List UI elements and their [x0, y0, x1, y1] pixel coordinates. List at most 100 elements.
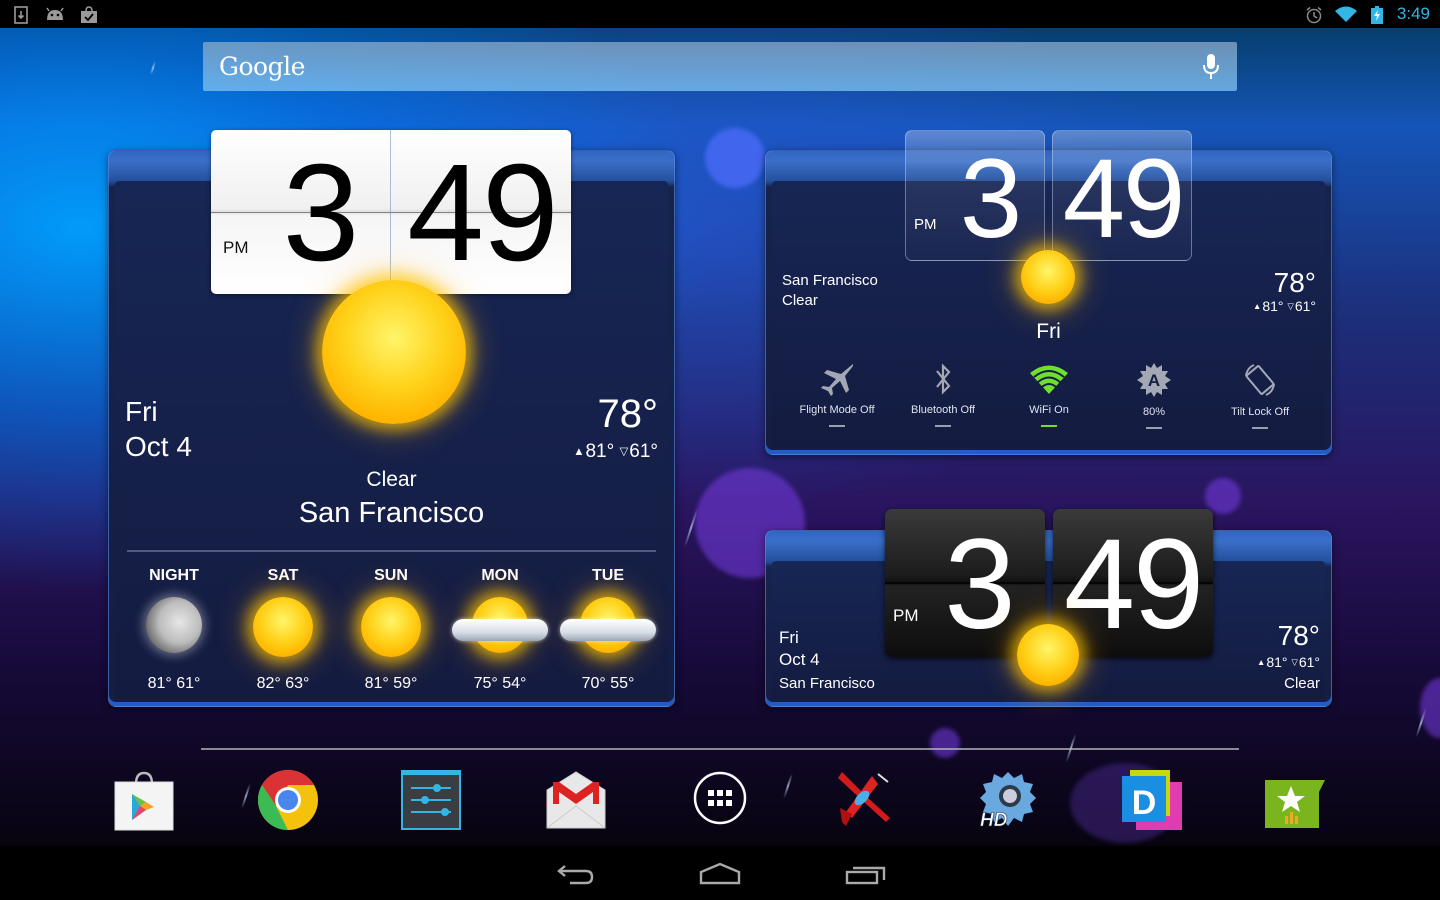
- nav-recents-button[interactable]: [835, 858, 895, 888]
- settings-sliders-icon: [401, 770, 461, 830]
- clock-ampm: PM: [223, 238, 249, 257]
- toggle-label: WiFi On: [1029, 404, 1069, 416]
- toggle-brightness[interactable]: A 80%: [1104, 362, 1204, 429]
- dock-app-gmail[interactable]: [545, 770, 609, 834]
- weather-day: Fri: [1036, 320, 1061, 343]
- forecast-label: MON: [481, 567, 519, 584]
- android-icon: [44, 6, 66, 22]
- high-low-temperature: ▲81° ▽61°: [573, 441, 658, 463]
- forecast-temps: 81° 59°: [364, 675, 418, 692]
- clock-minute: 49: [407, 136, 559, 290]
- home-icon: [699, 862, 741, 885]
- high-temp: 81°: [585, 441, 615, 462]
- download-icon: [14, 6, 30, 24]
- weather-condition: Clear: [366, 468, 417, 491]
- sun-icon: [253, 597, 313, 657]
- airplane-icon: [821, 364, 853, 396]
- nav-home-button[interactable]: [690, 858, 750, 888]
- flip-clock-white[interactable]: PM 3 49: [211, 130, 571, 294]
- forecast-day[interactable]: MON 75° 54°: [446, 565, 554, 700]
- dock-app-drawer[interactable]: [690, 768, 754, 832]
- google-search-bar[interactable]: Google: [203, 42, 1237, 91]
- alarm-icon: [1305, 6, 1322, 24]
- wifi-signal-icon: [1334, 6, 1357, 22]
- dark-flip-clock-minute-card[interactable]: 49: [1053, 509, 1213, 657]
- gmail-icon: [546, 771, 606, 829]
- microphone-icon[interactable]: [1201, 53, 1221, 81]
- high-temp: 81°: [1262, 298, 1284, 314]
- toggle-state-indicator: [1146, 427, 1162, 429]
- glass-clock-minute-card[interactable]: 49: [1052, 130, 1192, 261]
- toggle-rotation-lock[interactable]: Tilt Lock Off: [1210, 362, 1310, 429]
- forecast-day[interactable]: SUN 81° 59°: [337, 565, 445, 700]
- play-store-update-icon: [80, 6, 98, 23]
- low-temp: 61°: [1294, 298, 1316, 314]
- down-arrow-icon: ▽: [619, 446, 629, 458]
- rotation-lock-icon: [1245, 364, 1275, 396]
- star-chart-icon: [1265, 780, 1325, 828]
- forecast-temps: 82° 63°: [256, 675, 310, 692]
- sun-icon: [322, 280, 466, 424]
- clock-ampm: PM: [914, 216, 937, 233]
- bluetooth-icon: [936, 363, 951, 395]
- glass-clock-hour-card[interactable]: PM 3: [905, 130, 1045, 261]
- forecast-divider: [127, 550, 656, 552]
- weather-condition: Clear: [782, 292, 818, 309]
- sun-icon: [1017, 624, 1079, 686]
- wallpaper-bokeh: [1420, 678, 1440, 738]
- weather-date: Oct 4: [779, 650, 820, 669]
- clock-minute: 49: [1063, 513, 1204, 656]
- wallpaper-streak: [149, 61, 157, 75]
- low-temp: 61°: [1298, 654, 1320, 670]
- high-temp: 81°: [1266, 654, 1288, 670]
- status-clock[interactable]: 3:49: [1397, 4, 1430, 24]
- up-arrow-icon: ▲: [1257, 657, 1266, 667]
- sun-icon: [361, 597, 421, 657]
- dock-app-chrome[interactable]: [256, 768, 320, 832]
- forecast-label: NIGHT: [149, 567, 199, 584]
- dock-app-d[interactable]: D: [1120, 768, 1184, 832]
- clock-hour: 3: [944, 513, 1016, 656]
- forecast-day[interactable]: NIGHT 81° 61°: [120, 565, 228, 700]
- svg-text:D: D: [1132, 784, 1157, 822]
- dark-flip-clock-hour-card[interactable]: PM 3: [885, 509, 1045, 657]
- up-arrow-icon: ▲: [573, 446, 585, 458]
- weather-city[interactable]: San Francisco: [108, 497, 675, 530]
- weather-city: San Francisco: [782, 272, 878, 289]
- dock-app-hd-widgets[interactable]: HD: [976, 768, 1040, 832]
- app-drawer-icon: [693, 771, 747, 825]
- toggle-flight-mode[interactable]: Flight Mode Off: [787, 362, 887, 427]
- hd-gear-icon: HD: [980, 772, 1036, 831]
- wallpaper-streak: [783, 773, 793, 799]
- current-temperature: 78°: [1273, 267, 1316, 298]
- wallpaper-bokeh: [705, 128, 765, 188]
- toggle-state-indicator: [1041, 425, 1057, 427]
- clock-ampm: PM: [893, 606, 919, 625]
- toggle-state-indicator: [935, 425, 951, 427]
- low-temp: 61°: [629, 441, 658, 462]
- forecast-temps: 70° 55°: [581, 675, 635, 692]
- current-temperature: 78°: [1277, 620, 1320, 651]
- clock-minute: 49: [1062, 136, 1186, 261]
- dock-app-settings[interactable]: [401, 770, 465, 834]
- recents-icon: [845, 866, 886, 885]
- dock-app-market-stats[interactable]: [1263, 772, 1327, 836]
- navigation-bar: [0, 846, 1440, 900]
- sun-icon: [1021, 250, 1075, 304]
- toggle-label: 80%: [1142, 406, 1166, 418]
- forecast-label: SUN: [374, 567, 408, 584]
- nav-back-button[interactable]: [546, 858, 606, 888]
- forecast-day[interactable]: TUE 70° 55°: [554, 565, 662, 700]
- dock-app-play-store[interactable]: [112, 770, 176, 834]
- toggle-bluetooth[interactable]: Bluetooth Off: [893, 362, 993, 427]
- wallpaper-streak: [241, 783, 251, 809]
- cloud-icon: [560, 619, 656, 641]
- forecast-day[interactable]: SAT 82° 63°: [229, 565, 337, 700]
- forecast-label: TUE: [592, 567, 624, 584]
- dock-app-plane-game[interactable]: [832, 768, 896, 832]
- d-app-icon: D: [1122, 770, 1182, 830]
- current-temperature: 78°: [597, 392, 659, 436]
- auto-brightness-icon: A: [1137, 363, 1171, 397]
- status-bar[interactable]: 3:49: [0, 0, 1440, 28]
- toggle-wifi[interactable]: WiFi On: [999, 362, 1099, 427]
